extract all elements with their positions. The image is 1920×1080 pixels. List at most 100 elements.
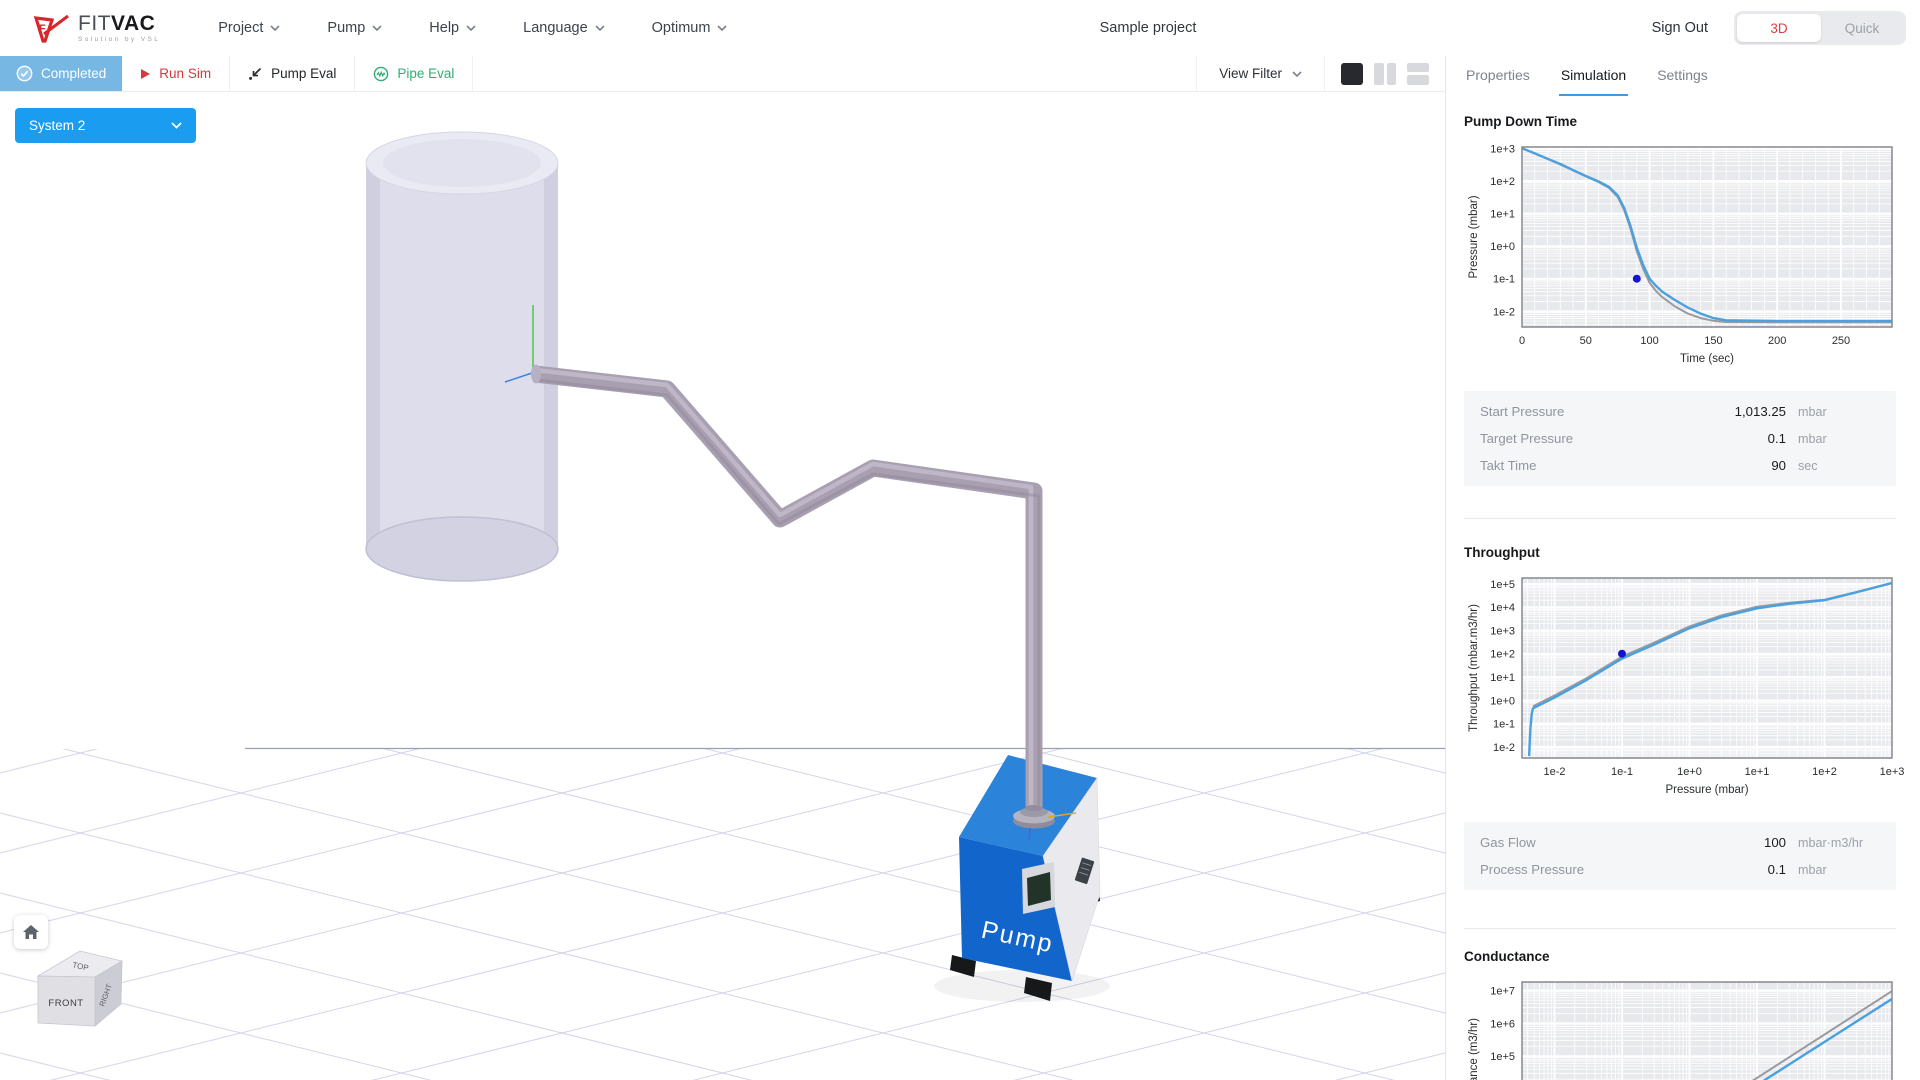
throughput-chart: 1e-2 1e-1 1e+0 1e+1 1e+2 1e+3 1e+5 1e+4 1e+3 1e+2… <box>1468 577 1904 796</box>
tab-properties[interactable]: Properties <box>1464 56 1532 96</box>
panel-tabs: Properties Simulation Settings <box>1464 56 1896 96</box>
table-row: Process Pressure 0.1 mbar <box>1464 856 1896 883</box>
row-unit: mbar <box>1798 431 1827 446</box>
row-value: 0.1 <box>1767 431 1786 446</box>
x-axis-label: Time (sec) <box>1680 353 1734 365</box>
simulation-panel: Properties Simulation Settings Pump Down… <box>1445 56 1920 1080</box>
grid-line <box>1334 1052 1445 1080</box>
project-name: Sample project <box>1099 20 1197 36</box>
mode-quick[interactable]: Quick <box>1821 21 1903 36</box>
pipe-eval-button[interactable]: Pipe Eval <box>355 56 474 91</box>
app-logo[interactable]: F FITVAC Solution by VSL <box>30 8 160 48</box>
menu-language[interactable]: Language <box>523 20 605 36</box>
row-unit: mbar·m3/hr <box>1798 835 1864 850</box>
row-unit: mbar <box>1798 404 1827 419</box>
home-view-button[interactable] <box>14 915 48 949</box>
grid-line <box>0 333 1445 693</box>
y-tick-label: 1e-1 <box>1493 719 1515 731</box>
top-bar: F FITVAC Solution by VSL Project Pump He… <box>0 0 1920 56</box>
fitvac-logo-icon: F <box>33 14 69 43</box>
menu-optimum[interactable]: Optimum <box>652 20 728 36</box>
chevron-down-icon <box>171 122 182 129</box>
pump-shadow <box>934 970 1110 1002</box>
table-row: Gas Flow 100 mbar·m3/hr <box>1464 829 1896 856</box>
system-selector-label: System 2 <box>29 118 86 133</box>
run-sim-label: Run Sim <box>159 66 212 81</box>
row-label: Takt Time <box>1480 458 1537 473</box>
x-tick-label: 1e+1 <box>1745 766 1770 778</box>
y-tick-label: 1e+5 <box>1490 579 1515 591</box>
y-axis-label: Conductance (m3/hr) <box>1468 1018 1480 1080</box>
row-value: 1,013.25 <box>1734 404 1786 419</box>
view-cube[interactable]: TOP FRONT RIGHT <box>36 950 124 1027</box>
table-row: Takt Time 90 sec <box>1464 452 1896 479</box>
x-tick-label: 1e-1 <box>1611 766 1633 778</box>
pipe-eval-label: Pipe Eval <box>397 66 455 81</box>
row-value: 0.1 <box>1767 862 1786 877</box>
section-divider <box>1464 928 1896 929</box>
row-label: Start Pressure <box>1480 404 1565 419</box>
chevron-down-icon <box>595 25 605 31</box>
tab-simulation[interactable]: Simulation <box>1558 56 1629 96</box>
menu-pump-label: Pump <box>327 20 366 36</box>
pump-box[interactable]: Pump <box>950 755 1101 1001</box>
viewport-3d[interactable]: Pump TOP FRONT RIGHT System 2 <box>0 93 1445 1080</box>
row-unit: sec <box>1798 458 1818 473</box>
x-tick-label: 1e+3 <box>1880 766 1904 778</box>
layout-single-icon[interactable] <box>1341 62 1363 85</box>
pipe-run[interactable] <box>531 364 1043 812</box>
sign-out-link[interactable]: Sign Out <box>1652 20 1708 36</box>
table-row: Start Pressure 1,013.25 mbar <box>1464 398 1896 425</box>
plot-background <box>1522 982 1892 1080</box>
home-icon <box>23 925 39 939</box>
operating-point-marker <box>1632 274 1641 283</box>
table-row: Target Pressure 0.1 mbar <box>1464 425 1896 452</box>
grid-line <box>0 749 99 774</box>
tab-settings[interactable]: Settings <box>1655 56 1710 96</box>
menu-language-label: Language <box>523 20 588 36</box>
y-tick-label: 1e+2 <box>1490 176 1515 188</box>
pump-screen <box>1027 872 1051 906</box>
chevron-down-icon <box>717 25 728 31</box>
plot-background <box>1522 578 1892 758</box>
run-sim-button[interactable]: Run Sim <box>122 56 231 91</box>
grid-line <box>0 333 1445 693</box>
menu-help[interactable]: Help <box>429 20 476 36</box>
vacuum-chamber[interactable] <box>365 131 559 582</box>
y-tick-label: 1e+1 <box>1490 209 1515 221</box>
brand-tagline: Solution by VSL <box>78 35 161 43</box>
section-title-throughput: Throughput <box>1464 545 1540 560</box>
layout-columns-icon[interactable] <box>1374 62 1396 85</box>
mode-toggle[interactable]: 3D Quick <box>1734 11 1906 45</box>
y-tick-label: 1e+7 <box>1490 985 1515 997</box>
main-menu: Project Pump Help Language Optimum <box>218 20 728 36</box>
system-selector[interactable]: System 2 <box>15 108 196 143</box>
view-filter-dropdown[interactable]: View Filter <box>1196 56 1325 91</box>
x-tick-label: 0 <box>1519 335 1525 347</box>
chevron-down-icon <box>1292 70 1302 77</box>
topbar-right: Sign Out 3D Quick <box>1652 11 1906 45</box>
pump-down-time-chart: 0 50 100 150 200 250 1e+3 1e+2 1e+1 1e+0 1e-1 1e-2 T… <box>1468 143 1893 365</box>
layout-rows-icon[interactable] <box>1407 62 1429 85</box>
brand-fit: FIT <box>78 11 111 35</box>
wave-circle-icon <box>374 66 389 81</box>
menu-project[interactable]: Project <box>218 20 280 36</box>
section-divider <box>1464 518 1896 519</box>
pump-eval-button[interactable]: Pump Eval <box>230 56 356 91</box>
view-filter-label: View Filter <box>1219 66 1282 81</box>
layout-switcher <box>1325 56 1445 91</box>
y-tick-label: 1e+4 <box>1490 602 1515 614</box>
mode-3d-active[interactable]: 3D <box>1737 14 1821 42</box>
sim-toolbar: Completed Run Sim Pump Eval Pipe Eval Vi… <box>0 56 1445 92</box>
grid-line <box>692 892 1445 1080</box>
row-value: 90 <box>1771 458 1786 473</box>
y-tick-label: 1e-2 <box>1493 742 1515 754</box>
menu-pump[interactable]: Pump <box>327 20 382 36</box>
svg-text:F: F <box>39 23 46 35</box>
brand-text: FITVAC Solution by VSL <box>78 13 160 44</box>
y-axis-label: Pressure (mbar) <box>1468 195 1480 278</box>
y-tick-label: 1e+0 <box>1490 241 1515 253</box>
scene-3d[interactable]: Pump TOP FRONT RIGHT <box>0 93 1445 1080</box>
status-badge: Completed <box>0 56 123 91</box>
row-label: Gas Flow <box>1480 835 1536 850</box>
